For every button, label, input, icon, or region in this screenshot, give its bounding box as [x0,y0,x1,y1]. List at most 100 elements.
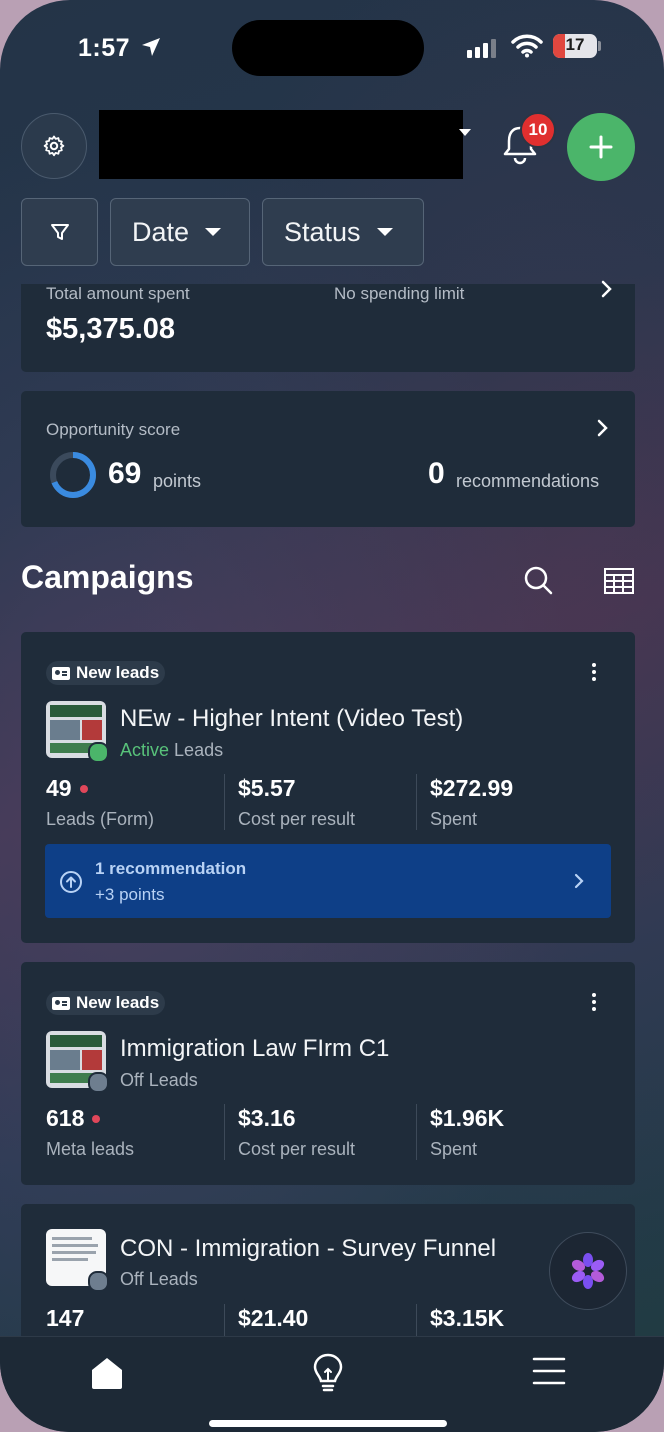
spending-card[interactable]: Total amount spent No spending limit $5,… [21,280,635,372]
metric-spent: $1.96K Spent [430,1105,504,1160]
filter-icon [50,224,69,240]
home-indicator [209,1420,447,1427]
campaign-card[interactable]: CON - Immigration - Survey Funnel Off Le… [21,1204,635,1360]
metric-value: 147 [46,1305,85,1331]
divider [416,1104,417,1160]
dynamic-island [232,20,424,76]
opportunity-score-label: Opportunity score [46,420,181,439]
metric-cost: $3.16 Cost per result [238,1105,355,1160]
more-vertical-icon[interactable] [592,663,598,684]
signal-icon [467,38,496,58]
chevron-right-icon [574,873,584,889]
recommendations-label: recommendations [456,471,600,491]
spending-limit-label: No spending limit [334,284,465,303]
metric-spent: $272.99 Spent [430,775,513,830]
status-dot-active [88,742,109,763]
metric-value: $272.99 [430,775,514,801]
more-vertical-icon[interactable] [592,993,598,1014]
lightbulb-icon[interactable] [311,1352,345,1394]
create-button[interactable] [567,113,635,181]
table-icon[interactable] [603,567,635,595]
metric-value: 618 [46,1105,85,1131]
home-icon[interactable] [88,1355,126,1391]
opportunity-score-unit: points [153,471,202,491]
metric-value: $21.40 [238,1305,309,1331]
status-dot-off [88,1271,109,1292]
filter-button[interactable] [21,198,98,266]
ai-assistant-button[interactable] [549,1232,627,1310]
campaign-name[interactable]: NEw - Higher Intent (Video Test) [120,705,463,733]
date-filter-dropdown[interactable]: Date [110,198,250,266]
metric-value: $3.16 [238,1105,296,1131]
opportunity-score-value: 69 [108,457,142,490]
campaign-tag-label: New leads [76,993,160,1012]
metric-label: Meta leads [46,1139,135,1159]
metric-value: $1.96K [430,1105,505,1131]
campaign-status: Active [120,740,170,760]
campaign-objective: Leads [148,1269,198,1289]
battery-level: 17 [565,35,585,54]
caret-down-icon [205,228,222,236]
campaign-status-line: Off Leads [120,1269,198,1290]
account-selector-redacted[interactable] [99,110,463,179]
lead-form-icon [52,996,70,1010]
battery-icon: 17 [553,34,597,58]
opportunity-score-card[interactable]: Opportunity score 69 points 0 recommenda… [21,391,635,527]
recommendation-title: 1 recommendation [95,859,247,878]
campaign-tag: New leads [46,991,166,1015]
metric-value: $5.57 [238,775,296,801]
metric-results: 618 Meta leads [46,1105,134,1160]
divider [224,1104,225,1160]
campaign-status-line: Active Leads [120,740,223,761]
metric-label: Spent [430,1139,478,1159]
metric-label: Spent [430,809,478,829]
divider [224,774,225,830]
metric-cost: $5.57 Cost per result [238,775,355,830]
settings-button[interactable] [21,113,87,179]
chevron-right-icon[interactable] [595,419,611,437]
search-icon[interactable] [522,564,554,596]
divider [416,774,417,830]
recommendation-banner[interactable]: 1 recommendation +3 points [45,844,611,918]
gear-icon [43,135,65,157]
metric-label: Leads (Form) [46,809,155,829]
metric-cost: $21.40 [238,1305,308,1332]
menu-icon[interactable] [532,1356,566,1386]
status-filter-dropdown[interactable]: Status [262,198,424,266]
campaign-name[interactable]: CON - Immigration - Survey Funnel [120,1235,496,1263]
recommendations-count: 0 [428,457,445,490]
phone-screen: 1:57 17 10 Date Status Total amount spen… [0,0,664,1432]
campaign-card[interactable]: New leads Immigration Law FIrm C1 Off Le… [21,962,635,1185]
new-indicator-dot [79,784,88,793]
total-spent-value: $5,375.08 [46,313,176,345]
score-ring-icon [50,452,96,498]
wifi-icon [511,34,543,58]
campaign-tag: New leads [46,661,166,685]
plus-icon [589,135,613,159]
status-filter-label: Status [284,216,361,247]
campaign-card[interactable]: New leads NEw - Higher Intent (Video Tes… [21,632,635,943]
bottom-tab-bar [0,1336,664,1432]
battery-tip [598,41,601,51]
ai-flower-icon [571,1253,605,1289]
campaign-objective: Leads [174,740,224,760]
new-indicator-dot [92,1114,101,1123]
metric-value: $3.15K [430,1305,505,1331]
campaign-tag-label: New leads [76,663,160,682]
metric-label: Cost per result [238,809,356,829]
caret-down-icon [376,228,393,236]
arrow-up-circle-icon [60,871,82,893]
chevron-right-icon[interactable] [599,280,615,298]
metric-value: 49 [46,775,72,801]
lead-form-icon [52,666,70,680]
chevron-down-icon[interactable] [459,129,471,136]
location-arrow-icon [142,38,160,56]
campaign-name[interactable]: Immigration Law FIrm C1 [120,1035,389,1063]
total-spent-label: Total amount spent [46,284,190,303]
status-dot-off [88,1072,109,1093]
metric-results: 49 Leads (Form) [46,775,154,830]
campaign-status-line: Off Leads [120,1070,198,1091]
status-bar: 1:57 17 [0,0,664,95]
campaign-status: Off [120,1070,144,1090]
notification-badge[interactable]: 10 [520,112,556,148]
